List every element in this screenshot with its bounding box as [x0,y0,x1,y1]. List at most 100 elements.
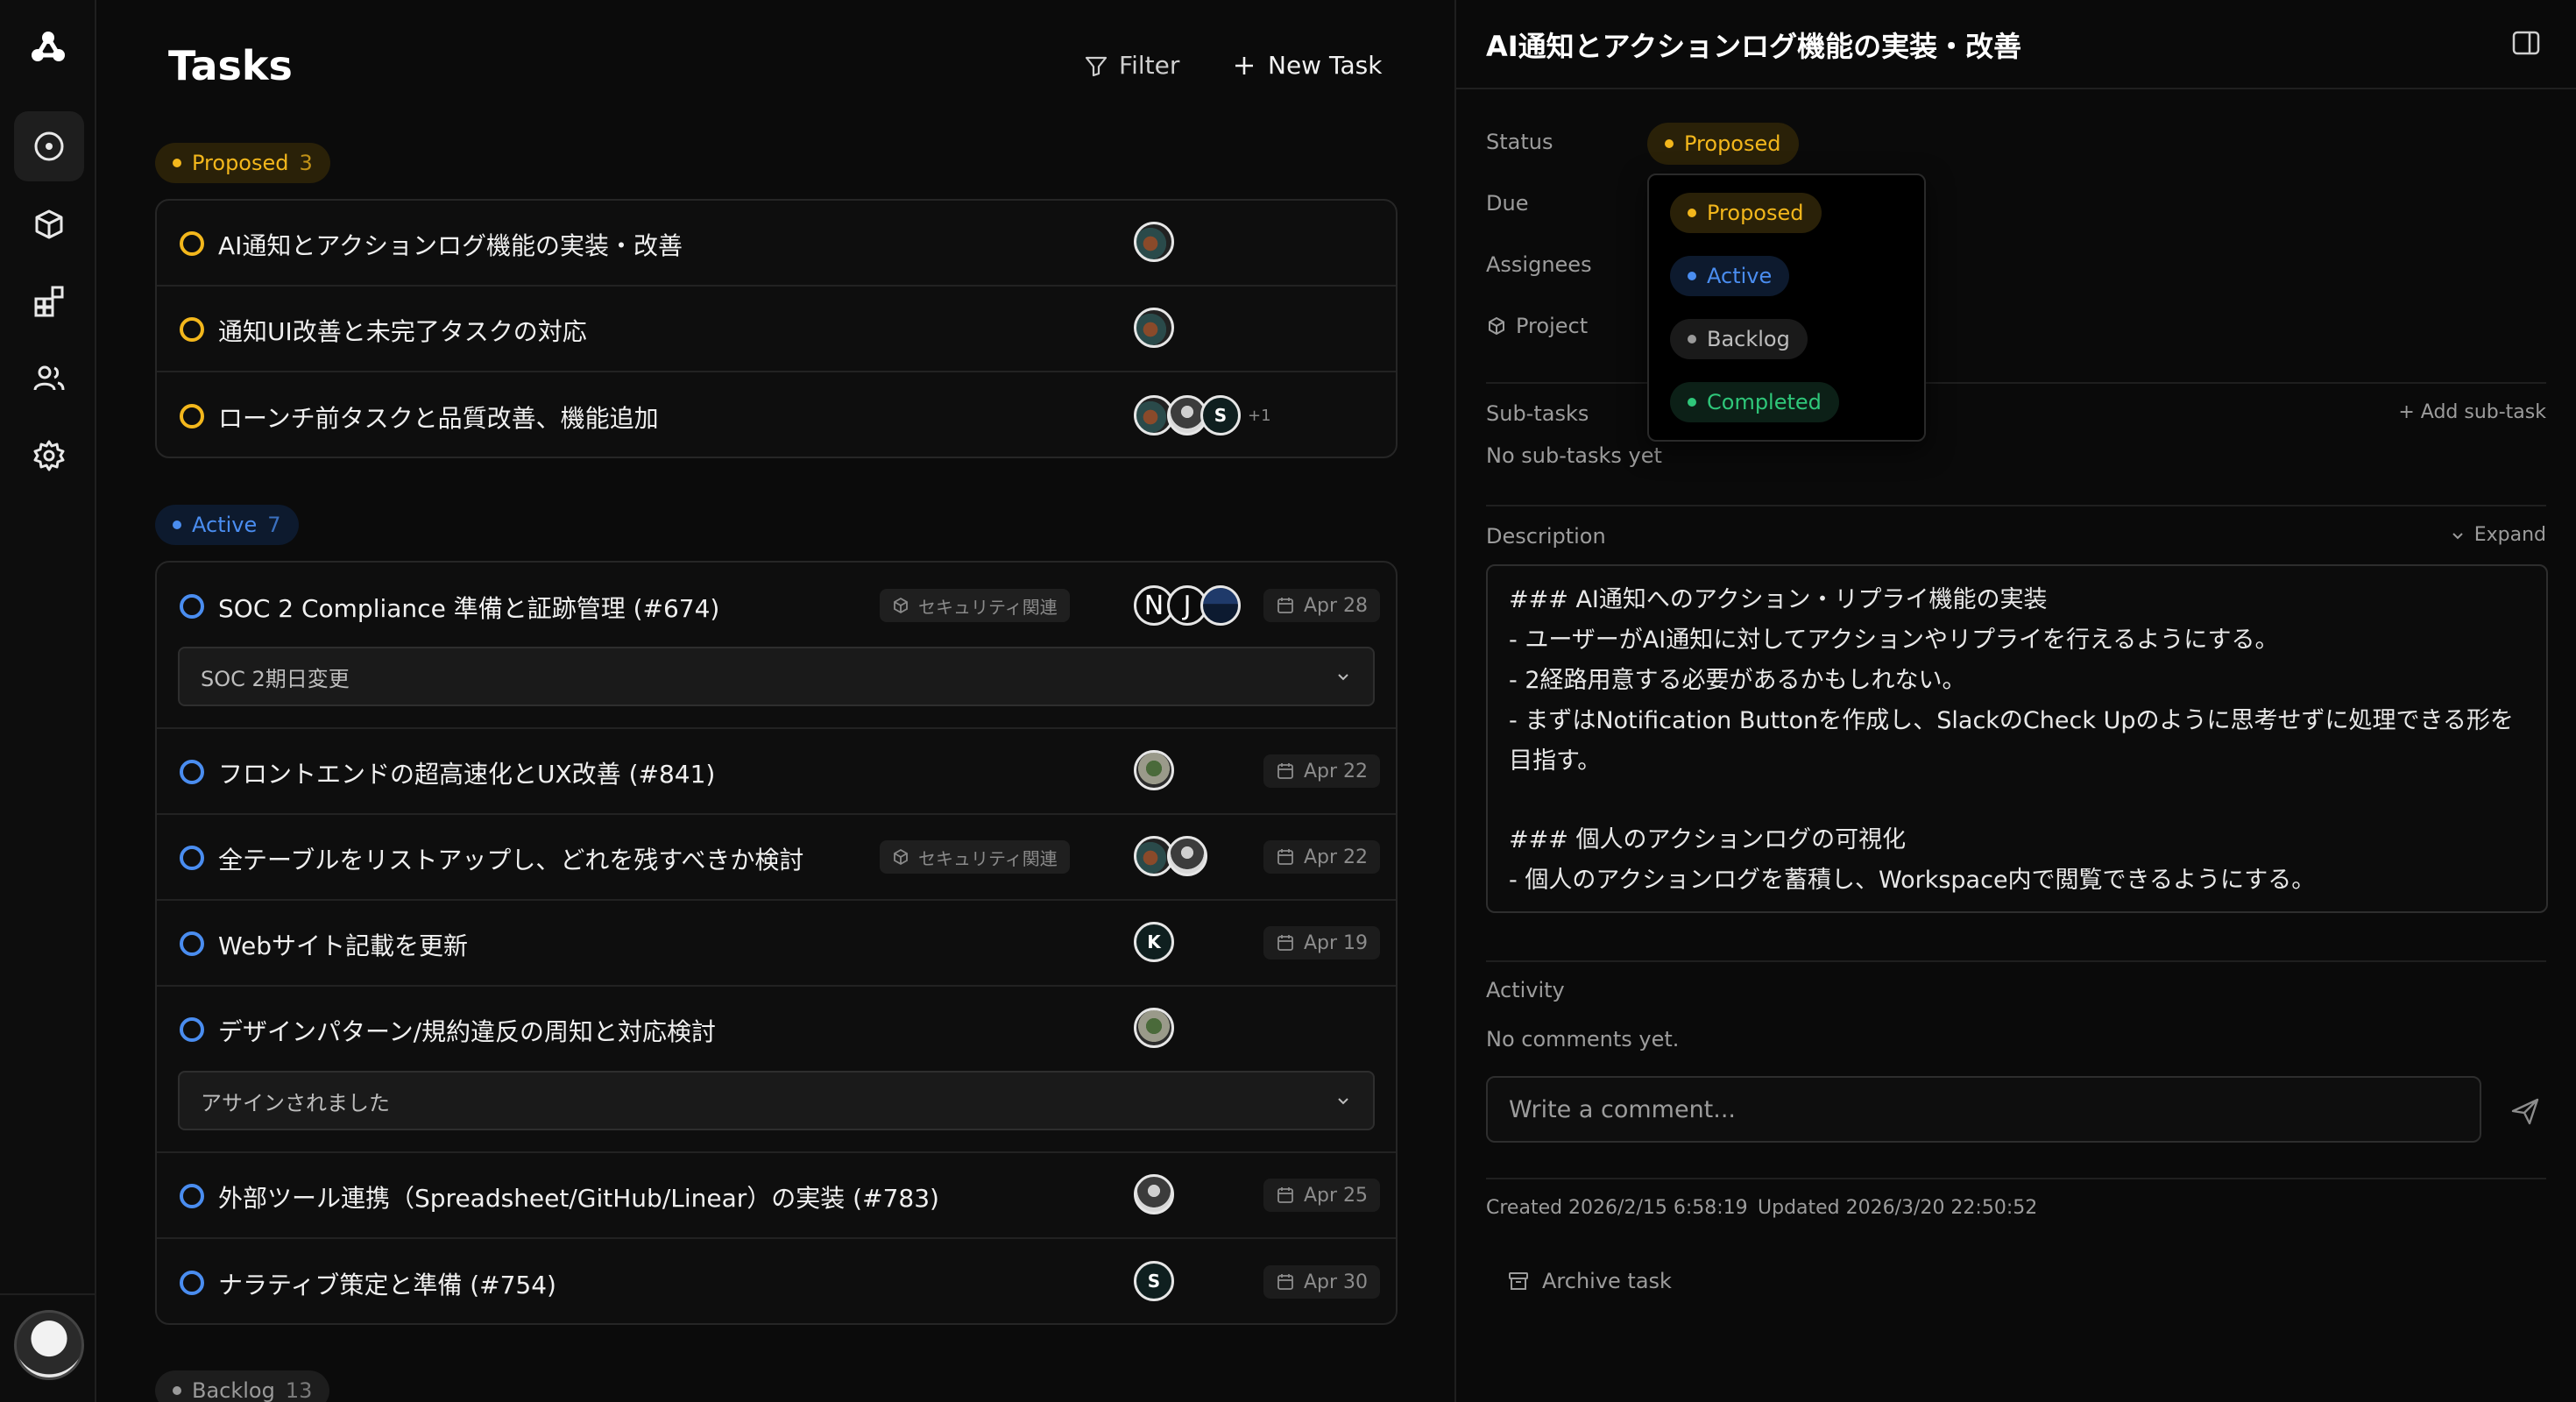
active-task-group: SOC 2 Compliance 準備と証跡管理 (#674) セキュリティ関連… [155,561,1398,1325]
task-title: ローンチ前タスクと品質改善、機能追加 [218,404,659,433]
due-date-badge[interactable]: Apr 30 [1263,1265,1381,1299]
project-tag[interactable]: セキュリティ関連 [880,589,1070,622]
task-row[interactable]: Webサイト記載を更新 K Apr 19 [157,901,1396,987]
task-row[interactable]: 外部ツール連携（Spreadsheet/GitHub/Linear）の実装 (#… [157,1153,1396,1239]
description-line: - まずはNotification Buttonを作成し、SlackのCheck… [1509,707,2514,734]
assignee-avatars[interactable] [1134,222,1174,262]
assignee-avatars[interactable] [1134,750,1174,790]
due-date-badge[interactable]: Apr 25 [1263,1179,1381,1212]
subitem-label: SOC 2期日変更 [201,666,350,691]
nav-tasks-button[interactable] [14,111,84,181]
task-subitem-expander[interactable]: アサインされました [178,1071,1375,1130]
assignee-avatars[interactable] [1134,836,1207,876]
task-row[interactable]: SOC 2 Compliance 準備と証跡管理 (#674) セキュリティ関連… [157,563,1396,729]
assignee-avatars[interactable]: K [1134,922,1174,962]
calendar-icon [1277,1187,1293,1203]
assignee-avatars[interactable] [1134,308,1174,348]
section-active-header[interactable]: Active 7 [155,505,299,545]
subtasks-label: Sub-tasks [1486,401,1589,426]
due-date-badge[interactable]: Apr 28 [1263,589,1381,622]
status-option-backlog[interactable]: Backlog [1670,319,1808,359]
description-line: 目指す。 [1509,747,1602,775]
status-option-active[interactable]: Active [1670,256,1790,296]
status-circle-icon[interactable] [180,317,204,342]
status-option-completed[interactable]: Completed [1670,382,1839,422]
plus-icon [1235,56,1253,74]
due-label: Due [1486,191,1529,216]
assignee-avatars[interactable] [1134,1174,1174,1214]
status-label: Status [1486,130,1553,154]
new-task-button[interactable]: New Task [1233,51,1382,80]
status-circle-icon[interactable] [180,846,204,870]
status-dropdown-menu: Proposed Active Backlog Completed [1647,173,1926,442]
nav-projects-button[interactable] [14,189,84,259]
filter-button[interactable]: Filter [1084,51,1179,80]
project-tag-label: セキュリティ関連 [918,847,1058,869]
task-title: AI通知とアクションログ機能の実装・改善 [218,231,683,260]
description-label: Description [1486,524,1606,549]
add-subtask-button[interactable]: + Add sub-task [2398,401,2546,423]
send-icon[interactable] [2508,1094,2543,1129]
assignee-avatars[interactable]: N J [1134,585,1241,626]
status-circle-icon[interactable] [180,231,204,256]
assignee-avatars[interactable] [1134,1008,1174,1048]
project-tag[interactable]: セキュリティ関連 [880,840,1070,874]
status-select[interactable]: Proposed [1647,123,1799,165]
section-backlog-header[interactable]: Backlog 13 [155,1370,330,1402]
status-circle-icon[interactable] [180,594,204,619]
assignee-avatars[interactable]: S +1 [1134,395,1271,435]
no-subtasks-text: No sub-tasks yet [1486,443,1662,468]
created-timestamp: Created 2026/2/15 6:58:19 [1486,1197,1748,1219]
project-label: Project [1516,314,1589,338]
due-date-badge[interactable]: Apr 22 [1263,754,1381,788]
section-count: 7 [267,513,281,537]
comment-input[interactable] [1486,1076,2481,1143]
status-circle-icon[interactable] [180,931,204,956]
task-row[interactable]: AI通知とアクションログ機能の実装・改善 [157,201,1396,287]
user-avatar[interactable] [14,1310,84,1380]
status-circle-icon[interactable] [180,1184,204,1208]
description-line: ### AI通知へのアクション・リプライ機能の実装 [1509,586,2048,613]
option-label: Active [1707,264,1773,288]
status-circle-icon[interactable] [180,760,204,784]
target-icon [34,131,64,161]
task-row[interactable]: ローンチ前タスクと品質改善、機能追加 S +1 [157,372,1396,457]
avatar: S [1134,1261,1174,1301]
task-row[interactable]: 通知UI改善と未完了タスクの対応 [157,287,1396,372]
task-subitem-expander[interactable]: SOC 2期日変更 [178,647,1375,706]
nav-apps-button[interactable] [14,266,84,336]
detail-title[interactable]: AI通知とアクションログ機能の実装・改善 [1486,25,2021,65]
cube-icon [35,209,63,239]
due-date-badge[interactable]: Apr 19 [1263,926,1381,959]
task-row[interactable]: ナラティブ策定と準備 (#754) S Apr 30 [157,1239,1396,1323]
task-row[interactable]: 全テーブルをリストアップし、どれを残すべきか検討 セキュリティ関連 Apr 22 [157,815,1396,901]
avatar [1167,836,1207,876]
status-dot [1688,398,1696,407]
status-circle-icon[interactable] [180,1271,204,1295]
expand-button[interactable]: Expand [2450,524,2546,546]
nav-members-button[interactable] [14,343,84,414]
filter-icon [1085,56,1108,76]
nav-settings-button[interactable] [14,421,84,491]
due-date-label: Apr 19 [1304,931,1369,954]
assignee-avatars[interactable]: S [1134,1261,1174,1301]
due-date-badge[interactable]: Apr 22 [1263,840,1381,874]
panel-toggle-icon[interactable] [2511,28,2541,58]
archive-task-button[interactable]: Archive task [1507,1269,1672,1293]
task-detail-panel: AI通知とアクションログ機能の実装・改善 Status Proposed Due… [1454,0,2576,1402]
task-row[interactable]: フロントエンドの超高速化とUX改善 (#841) Apr 22 [157,729,1396,815]
due-date-label: Apr 28 [1304,594,1369,617]
description-line [1509,782,2525,820]
cube-icon [1489,316,1504,336]
divider [1456,88,2576,89]
avatar [1200,585,1241,626]
section-proposed-header[interactable]: Proposed 3 [155,143,330,183]
status-option-proposed[interactable]: Proposed [1670,193,1822,233]
task-title: 外部ツール連携（Spreadsheet/GitHub/Linear）の実装 (#… [218,1184,939,1213]
app-logo-icon[interactable] [26,26,70,70]
avatar [1134,1008,1174,1048]
description-editor[interactable]: ### AI通知へのアクション・リプライ機能の実装 - ユーザーがAI通知に対し… [1486,564,2548,913]
status-circle-icon[interactable] [180,404,204,428]
status-circle-icon[interactable] [180,1017,204,1042]
task-row[interactable]: デザインパターン/規約違反の周知と対応検討 アサインされました [157,987,1396,1153]
